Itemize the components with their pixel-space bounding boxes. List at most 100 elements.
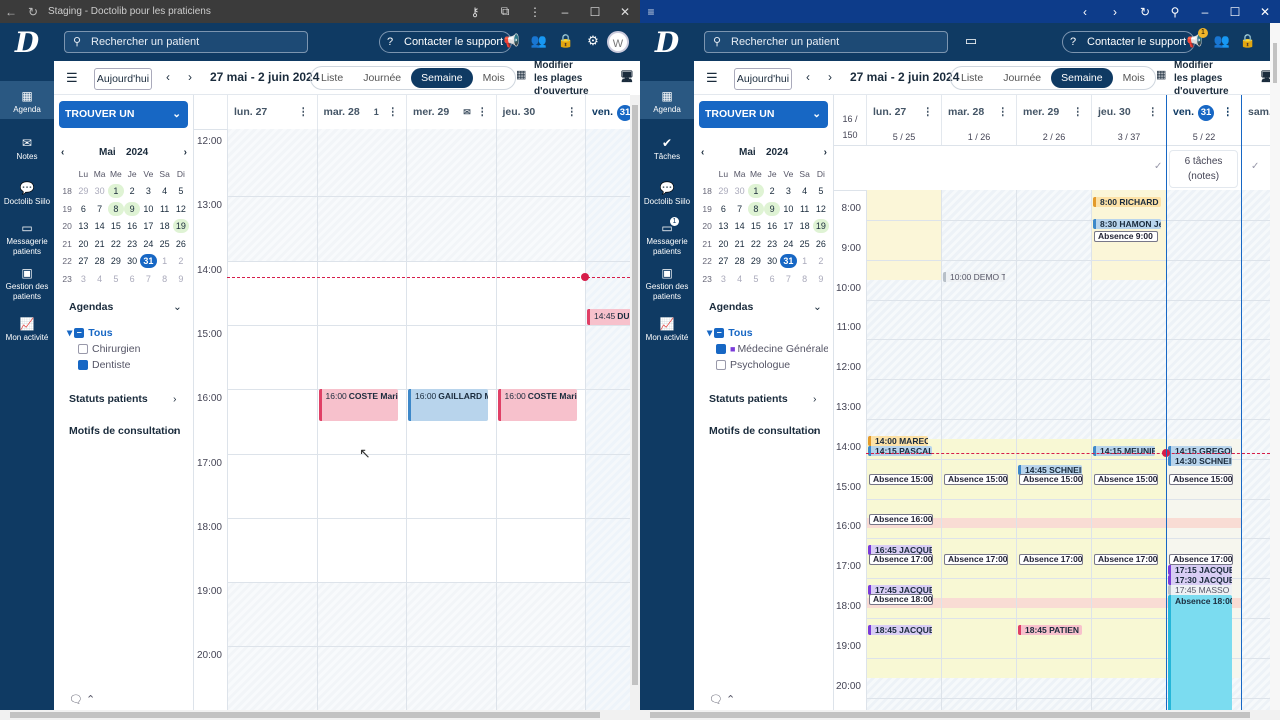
day-cell[interactable]: 31 — [140, 254, 157, 269]
search-input[interactable]: ⚲ Rechercher un patient — [64, 31, 308, 53]
team-icon[interactable]: 👥 — [530, 33, 548, 49]
day-cell[interactable]: 11 — [157, 202, 173, 216]
nav-taches[interactable]: ✔ Tâches — [640, 136, 694, 162]
scroll-thumb[interactable] — [632, 105, 638, 685]
day-cell[interactable]: 13 — [715, 219, 731, 233]
day-cell[interactable]: 8 — [107, 201, 124, 216]
extensions-icon[interactable]: ⧉ — [490, 4, 520, 19]
next-week-icon[interactable]: › — [828, 70, 832, 84]
day-cell[interactable]: 29 — [748, 254, 764, 268]
day-cell[interactable]: 30 — [92, 184, 108, 198]
day-cell[interactable]: 16 — [124, 219, 140, 233]
more-icon[interactable]: ⋮ — [1223, 95, 1234, 129]
absence-block[interactable]: Absence 9:00 — [1094, 230, 1158, 242]
open-slot[interactable] — [407, 260, 496, 583]
appointment[interactable]: 14:45DUF — [587, 308, 630, 325]
day-cell[interactable]: 23 — [764, 237, 780, 251]
back-icon[interactable]: ← — [0, 5, 22, 19]
find-slot-button[interactable]: TROUVER UN CRÉNEAU ⌄ — [699, 101, 828, 147]
absence-block[interactable]: Absence 15:00 — [1019, 474, 1083, 486]
open-slot[interactable] — [1092, 598, 1166, 608]
vertical-scrollbar[interactable] — [630, 95, 640, 710]
day-cell[interactable]: 3 — [75, 272, 91, 286]
lock-icon[interactable]: 🔒 — [1239, 33, 1257, 49]
day-cell[interactable]: 13 — [75, 219, 91, 233]
day-cell[interactable]: 15 — [108, 219, 124, 233]
day-header[interactable]: ven. 31 ⋮ — [1166, 95, 1241, 129]
day-cell[interactable]: 8 — [157, 272, 173, 286]
megaphone-icon[interactable]: 📢 1 — [1186, 28, 1208, 49]
day-column[interactable] — [1241, 190, 1270, 710]
day-header[interactable]: ven. 31 — [585, 95, 630, 129]
day-cell[interactable]: 30 — [732, 184, 748, 198]
day-cell[interactable]: 10 — [780, 202, 796, 216]
day-cell[interactable]: 24 — [140, 237, 156, 251]
appointment[interactable]: 14:15 GREGOIRE — [1168, 445, 1232, 456]
day-cell[interactable]: 23 — [124, 237, 140, 251]
agenda-chirurgien[interactable]: Chirurgien — [78, 343, 140, 355]
nav-messagerie[interactable]: ▭ 1 Messagerie patients — [640, 217, 694, 257]
nav-messagerie[interactable]: ▭ Messagerie patients — [0, 221, 54, 257]
day-cell[interactable]: 19 — [812, 219, 829, 234]
day-cell[interactable]: 14 — [92, 219, 108, 233]
view-liste[interactable]: Liste — [951, 68, 993, 88]
day-cell[interactable]: 2 — [173, 254, 189, 268]
maximize-icon[interactable]: ☐ — [1220, 5, 1250, 19]
day-cell[interactable]: 17 — [140, 219, 156, 233]
search-input[interactable]: ⚲ Rechercher un patient — [704, 31, 948, 53]
more-icon[interactable]: ⋮ — [388, 95, 399, 129]
menu-icon[interactable]: ≡ — [640, 5, 662, 19]
day-cell[interactable]: 1 — [157, 254, 173, 268]
chat-toggle[interactable]: 🗨 ⌃ — [69, 693, 95, 706]
day-cell[interactable]: 6 — [715, 202, 731, 216]
day-cell[interactable]: 22 — [748, 237, 764, 251]
day-cell[interactable]: 5 — [748, 272, 764, 286]
support-button[interactable]: ? Contacter le support — [379, 31, 513, 53]
forward-icon[interactable]: › — [1100, 5, 1130, 19]
appointment[interactable]: 14:30 SCHNEIDE — [1168, 455, 1232, 466]
day-cell[interactable]: 18 — [157, 219, 173, 233]
prev-month-icon[interactable]: ‹ — [61, 147, 64, 158]
appointment[interactable]: 17:15 JACQUET — [1168, 564, 1232, 575]
day-cell[interactable]: 6 — [764, 272, 780, 286]
nav-agenda[interactable]: ▦ Agenda — [640, 81, 694, 119]
appointment[interactable]: 16:00COSTE Marius — [497, 389, 577, 422]
absence-block[interactable]: Absence 15:00 — [869, 474, 933, 486]
day-cell[interactable]: 29 — [108, 254, 124, 268]
prev-week-icon[interactable]: ‹ — [806, 70, 810, 84]
day-header[interactable]: mer. 29 ✉ ⋮ — [406, 95, 496, 129]
day-cell[interactable]: 26 — [173, 237, 189, 251]
open-slot[interactable] — [1017, 598, 1091, 608]
open-slot[interactable] — [228, 260, 317, 583]
close-icon[interactable]: ✕ — [610, 5, 640, 19]
view-mois[interactable]: Mois — [1113, 68, 1155, 88]
day-cell[interactable]: 29 — [715, 184, 731, 198]
day-header[interactable]: jeu. 30 ⋮ — [495, 95, 586, 129]
minimize-icon[interactable]: – — [550, 5, 580, 19]
open-slot[interactable] — [867, 190, 941, 280]
day-cell[interactable]: 22 — [108, 237, 124, 251]
agendas-section[interactable]: Agendas ⌄ — [69, 301, 182, 313]
more-icon[interactable]: ⋮ — [298, 95, 309, 129]
view-journee[interactable]: Journée — [353, 68, 411, 88]
agenda-dentiste[interactable]: Dentiste — [78, 359, 131, 371]
absence-block[interactable]: Absence 17:00 — [944, 554, 1008, 566]
absence-block[interactable]: Absence 17:00 — [1169, 554, 1233, 566]
day-cell[interactable]: 5 — [173, 184, 189, 198]
more-icon[interactable]: ⋮ — [998, 95, 1009, 129]
more-icon[interactable]: ⋮ — [520, 5, 550, 19]
key-icon[interactable]: ⚷ — [460, 5, 490, 19]
motifs-section[interactable]: Motifs de consultation › — [69, 425, 180, 437]
day-cell[interactable]: 27 — [75, 254, 91, 268]
absence-block[interactable]: Absence 18:00 — [1168, 594, 1232, 710]
day-cell[interactable]: 3 — [715, 272, 731, 286]
nav-agenda[interactable]: ▦ Agenda — [0, 81, 54, 119]
day-cell[interactable]: 5 — [108, 272, 124, 286]
day-cell[interactable]: 26 — [813, 237, 829, 251]
lock-icon[interactable]: 🔒 — [557, 33, 575, 49]
search-icon[interactable]: ⚲ — [1160, 5, 1190, 19]
day-cell[interactable]: 16 — [764, 219, 780, 233]
day-header[interactable]: mar. 28 ⋮ — [941, 95, 1016, 129]
next-month-icon[interactable]: › — [184, 147, 187, 158]
horizontal-scrollbar[interactable] — [640, 710, 1280, 720]
